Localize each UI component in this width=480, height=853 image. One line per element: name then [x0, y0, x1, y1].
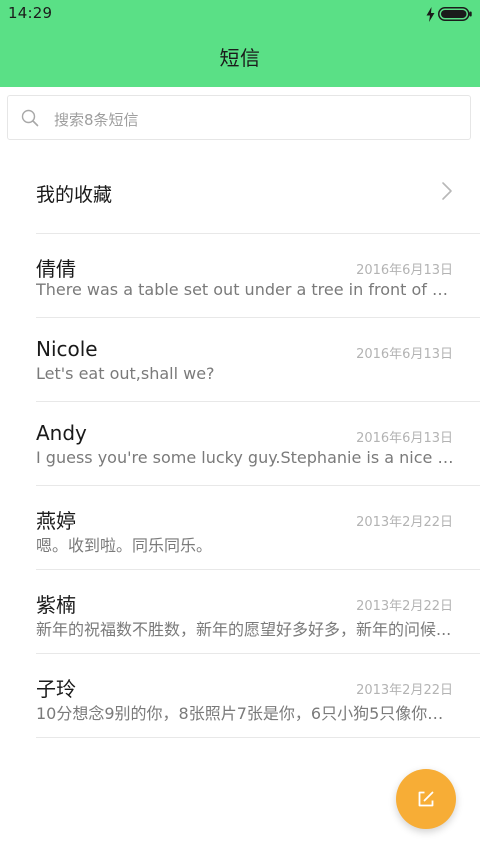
- message-row[interactable]: 倩倩 2016年6月13日 There was a table set out …: [0, 233, 480, 316]
- contact-name: 紫楠: [36, 593, 76, 617]
- search-icon: [21, 109, 39, 127]
- message-preview: Let's eat out,shall we?: [36, 364, 215, 383]
- message-date: 2016年6月13日: [356, 263, 453, 278]
- message-date: 2016年6月13日: [356, 347, 453, 362]
- chevron-right-icon: [442, 182, 452, 200]
- message-date: 2013年2月22日: [356, 683, 453, 698]
- search-input[interactable]: 搜索8条短信: [7, 95, 471, 140]
- message-row[interactable]: 子玲 2013年2月22日 10分想念9别的你，8张照片7张是你，6只小狗5只像…: [0, 653, 480, 736]
- message-preview: There was a table set out under a tree i…: [36, 280, 454, 299]
- sms-screen: 14:29 短信 搜索8条短信 我的收藏 倩倩 2016年6月13日 There…: [0, 0, 480, 853]
- app-header: 14:29 短信: [0, 0, 480, 87]
- battery-icon: [438, 7, 472, 21]
- message-row[interactable]: Andy 2016年6月13日 I guess you're some luck…: [0, 401, 480, 484]
- search-placeholder: 搜索8条短信: [54, 111, 139, 129]
- contact-name: 子玲: [36, 677, 76, 701]
- contact-name: 燕婷: [36, 509, 76, 533]
- message-preview: 新年的祝福数不胜数，新年的愿望好多好多，新年的问候...: [36, 620, 452, 639]
- bolt-icon: [426, 6, 435, 22]
- message-date: 2013年2月22日: [356, 515, 453, 530]
- contact-name: 倩倩: [36, 257, 76, 281]
- favorites-label: 我的收藏: [36, 184, 113, 206]
- compose-button[interactable]: [396, 769, 456, 829]
- message-preview: I guess you're some lucky guy.Stephanie …: [36, 448, 454, 467]
- message-date: 2016年6月13日: [356, 431, 453, 446]
- divider: [36, 737, 480, 738]
- page-title: 短信: [219, 46, 261, 70]
- message-row[interactable]: Nicole 2016年6月13日 Let's eat out,shall we…: [0, 317, 480, 400]
- compose-icon: [418, 791, 434, 807]
- contact-name: Nicole: [36, 337, 98, 361]
- message-date: 2013年2月22日: [356, 599, 453, 614]
- message-row[interactable]: 紫楠 2013年2月22日 新年的祝福数不胜数，新年的愿望好多好多，新年的问候.…: [0, 569, 480, 652]
- status-time: 14:29: [8, 4, 53, 22]
- status-indicators: [426, 5, 472, 23]
- message-row[interactable]: 燕婷 2013年2月22日 嗯。收到啦。同乐同乐。: [0, 485, 480, 568]
- message-preview: 10分想念9别的你，8张照片7张是你，6只小狗5只像你，4...: [36, 704, 454, 723]
- message-preview: 嗯。收到啦。同乐同乐。: [36, 536, 213, 555]
- favorites-row[interactable]: 我的收藏: [0, 150, 480, 233]
- contact-name: Andy: [36, 421, 87, 445]
